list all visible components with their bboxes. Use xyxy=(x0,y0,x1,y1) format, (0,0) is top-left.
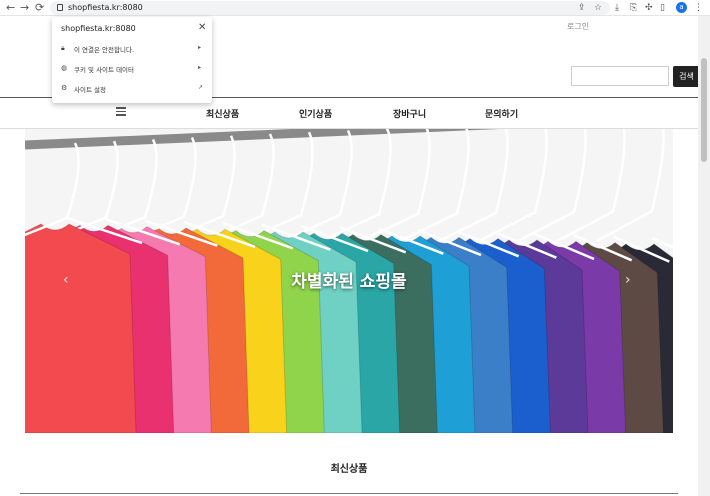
popup-host: shopfiesta.kr:8080 xyxy=(61,24,136,33)
search-input[interactable] xyxy=(571,66,669,86)
chevron-right-icon: ▸ xyxy=(198,44,202,51)
page-scrollbar[interactable] xyxy=(698,16,710,496)
browser-toolbar: ← → ⟳ shopfiesta.kr:8080 ⇪ ☆ ⤓ ⎘ ✣ ▯ a ⋮ xyxy=(0,0,710,16)
nav-item-popular[interactable]: 인기상품 xyxy=(299,107,332,120)
popup-row-site-settings[interactable]: ⚙ 사이트 설정 ↗ xyxy=(52,80,212,98)
forward-icon[interactable]: → xyxy=(20,1,29,15)
lock-icon: 🔒︎ xyxy=(61,44,65,52)
gear-icon: ⚙ xyxy=(61,84,68,92)
share-icon[interactable]: ⇪ xyxy=(578,1,586,15)
popup-row-label: 이 연결은 안전합니다. xyxy=(74,46,135,54)
bookmark-star-icon[interactable]: ☆ xyxy=(594,1,602,15)
menu-kebab-icon[interactable]: ⋮ xyxy=(694,1,703,15)
popup-row-cookies[interactable]: ◍ 쿠키 및 사이트 데이터 ▸ xyxy=(52,60,212,78)
profile-avatar[interactable]: a xyxy=(676,2,687,13)
nav-item-cart[interactable]: 장바구니 xyxy=(393,107,426,120)
site-info-icon[interactable] xyxy=(57,4,63,11)
reload-icon[interactable]: ⟳ xyxy=(35,1,44,15)
nav-item-latest[interactable]: 최신상품 xyxy=(206,107,239,120)
login-link[interactable]: 로그인 xyxy=(567,21,589,32)
download-icon[interactable]: ⤓ xyxy=(615,1,619,15)
hero-carousel: 차별화된 쇼핑몰 ‹ › xyxy=(25,129,673,433)
carousel-prev-icon[interactable]: ‹ xyxy=(63,272,69,288)
puzzle-icon[interactable]: ✣ xyxy=(645,1,653,15)
close-icon[interactable]: ✕ xyxy=(198,22,206,33)
url-text[interactable]: shopfiesta.kr:8080 xyxy=(68,1,143,15)
hamburger-menu-icon[interactable] xyxy=(116,107,126,118)
popup-row-connection[interactable]: 🔒︎ 이 연결은 안전합니다. ▸ xyxy=(52,40,212,58)
sidebar-icon[interactable]: ▯ xyxy=(660,1,665,15)
extension-icon[interactable]: ⎘ xyxy=(630,1,637,15)
section-title: 최신상품 xyxy=(330,464,368,475)
external-link-icon: ↗ xyxy=(198,84,204,91)
chevron-right-icon: ▸ xyxy=(198,64,202,71)
section-divider xyxy=(20,493,678,494)
popup-row-label: 사이트 설정 xyxy=(74,86,106,94)
address-bar[interactable]: shopfiesta.kr:8080 xyxy=(50,1,610,15)
back-icon[interactable]: ← xyxy=(6,1,15,15)
search-button[interactable]: 검색 xyxy=(673,66,698,87)
carousel-next-icon[interactable]: › xyxy=(625,272,631,288)
cookie-icon: ◍ xyxy=(61,64,68,72)
site-info-popup: shopfiesta.kr:8080 ✕ 🔒︎ 이 연결은 안전합니다. ▸ ◍… xyxy=(52,17,212,103)
nav-item-inquiry[interactable]: 문의하기 xyxy=(485,107,518,120)
scrollbar-thumb[interactable] xyxy=(701,58,707,162)
popup-row-label: 쿠키 및 사이트 데이터 xyxy=(74,66,135,74)
hero-title: 차별화된 쇼핑몰 xyxy=(291,272,407,292)
shirt-shape xyxy=(25,223,137,433)
